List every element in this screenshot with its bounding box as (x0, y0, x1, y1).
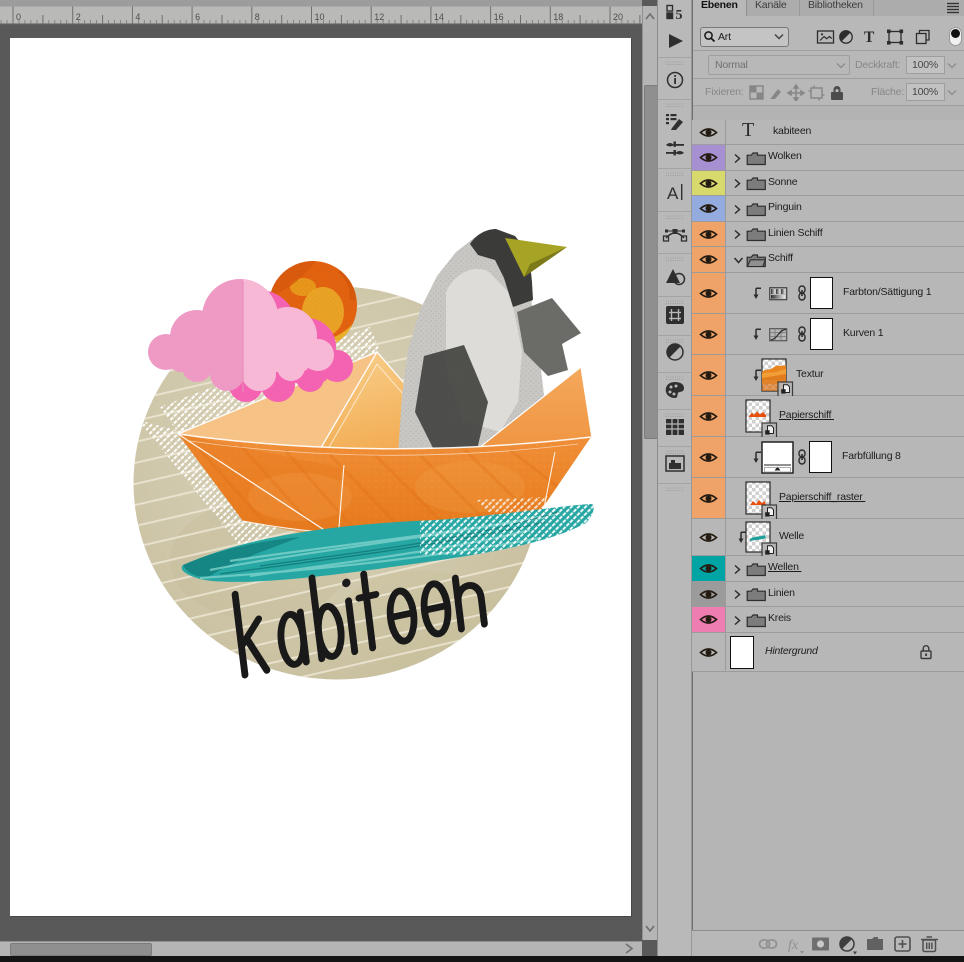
svg-text:8: 8 (255, 12, 260, 22)
svg-text:T: T (864, 29, 875, 46)
svg-text:0: 0 (16, 12, 21, 22)
svg-text:2: 2 (76, 12, 81, 22)
svg-text:5: 5 (676, 8, 683, 23)
svg-text:A: A (667, 184, 679, 203)
svg-text:4: 4 (135, 12, 140, 22)
svg-text:fx: fx (788, 938, 799, 953)
svg-text:6: 6 (195, 12, 200, 22)
